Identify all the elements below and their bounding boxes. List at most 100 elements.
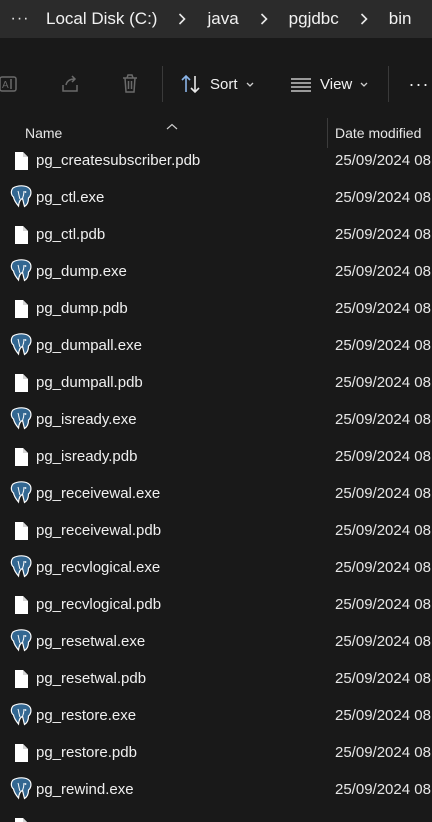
delete-button[interactable] [116,48,144,120]
file-date-modified: 25/09/2024 08 [335,152,431,169]
share-icon [62,75,78,92]
sort-ascending-icon [166,118,178,136]
file-icon [10,298,32,320]
file-date-modified: 25/09/2024 08 [335,337,431,354]
file-row[interactable]: pg_dump.exe 25/09/2024 08 [0,253,432,290]
file-date-modified: 25/09/2024 08 [335,300,431,317]
file-date-modified: 25/09/2024 08 [335,189,431,206]
file-date-modified: 25/09/2024 08 [335,374,431,391]
address-bar[interactable]: ··· Local Disk (C:) java pgjdbc bin [0,0,432,38]
postgres-elephant-icon [9,777,32,800]
file-name: pg_dump.exe [36,263,127,280]
file-date-modified: 25/09/2024 08 [335,596,431,613]
svg-text:A: A [2,80,9,91]
file-icon [10,372,32,394]
postgres-elephant-icon [9,555,32,578]
file-row[interactable]: pg_rewind.exe 25/09/2024 08 [0,771,432,808]
file-row[interactable] [0,808,432,822]
file-list: pg_createsubscriber.pdb 25/09/2024 08 pg_c… [0,142,432,822]
file-row[interactable]: pg_createsubscriber.pdb 25/09/2024 08 [0,142,432,179]
file-icon [10,594,32,616]
file-icon [10,816,32,822]
postgres-elephant-icon [9,703,32,726]
breadcrumb-java[interactable]: java [207,9,238,29]
file-icon [10,150,32,172]
chevron-right-icon[interactable] [339,10,389,28]
file-row[interactable]: pg_restore.exe 25/09/2024 08 [0,697,432,734]
chevron-right-icon[interactable] [157,10,207,28]
file-date-modified: 25/09/2024 08 [335,559,431,576]
file-icon [10,446,32,468]
file-row[interactable]: pg_isready.pdb 25/09/2024 08 [0,438,432,475]
file-row[interactable]: pg_recvlogical.exe 25/09/2024 08 [0,549,432,586]
file-date-modified: 25/09/2024 08 [335,263,431,280]
breadcrumb-bin[interactable]: bin [389,9,412,29]
rename-icon: A [0,76,17,92]
toolbar-divider [388,66,389,102]
file-row[interactable]: pg_ctl.exe 25/09/2024 08 [0,179,432,216]
file-row[interactable]: pg_dumpall.pdb 25/09/2024 08 [0,364,432,401]
file-row[interactable]: pg_receivewal.exe 25/09/2024 08 [0,475,432,512]
file-row[interactable]: pg_ctl.pdb 25/09/2024 08 [0,216,432,253]
file-row[interactable]: pg_restore.pdb 25/09/2024 08 [0,734,432,771]
column-header-name[interactable]: Name [25,125,62,141]
file-icon [10,224,32,246]
file-name: pg_ctl.pdb [36,226,106,243]
file-row[interactable]: pg_receivewal.pdb 25/09/2024 08 [0,512,432,549]
file-name: pg_receivewal.exe [36,485,161,502]
file-name: pg_dumpall.exe [36,337,142,354]
file-date-modified: 25/09/2024 08 [335,522,431,539]
file-date-modified: 25/09/2024 08 [335,226,431,243]
file-icon [10,668,32,690]
file-name: pg_dumpall.pdb [36,374,143,391]
file-row[interactable]: pg_resetwal.pdb 25/09/2024 08 [0,660,432,697]
view-list-icon [291,78,311,92]
file-name: pg_dump.pdb [36,300,128,317]
file-name: pg_isready.pdb [36,448,138,465]
trash-icon [123,74,137,93]
see-more-button[interactable]: ··· [404,48,432,120]
column-header-date-modified[interactable]: Date modified [335,125,421,141]
file-explorer-window: ··· Local Disk (C:) java pgjdbc bin A So… [0,0,432,822]
file-date-modified: 25/09/2024 08 [335,633,431,650]
sort-label: Sort [210,75,238,93]
toolbar-divider [162,66,163,102]
file-date-modified: 25/09/2024 08 [335,485,431,502]
file-date-modified: 25/09/2024 08 [335,670,431,687]
breadcrumb-local-disk[interactable]: Local Disk (C:) [46,9,157,29]
file-row[interactable]: pg_dumpall.exe 25/09/2024 08 [0,327,432,364]
file-row[interactable]: pg_dump.pdb 25/09/2024 08 [0,290,432,327]
command-bar: A Sort View ··· [0,48,432,120]
breadcrumb-pgjdbc[interactable]: pgjdbc [289,9,339,29]
sort-arrows-icon [181,74,200,94]
file-icon [10,742,32,764]
file-name: pg_rewind.exe [36,781,134,798]
file-date-modified: 25/09/2024 08 [335,744,431,761]
file-name: pg_receivewal.pdb [36,522,162,539]
file-date-modified: 25/09/2024 08 [335,411,431,428]
postgres-elephant-icon [9,629,32,652]
file-name: pg_resetwal.pdb [36,670,147,687]
file-name: pg_restore.pdb [36,744,137,761]
share-button[interactable] [56,48,84,120]
file-row[interactable]: pg_resetwal.exe 25/09/2024 08 [0,623,432,660]
file-name: pg_resetwal.exe [36,633,146,650]
view-button[interactable]: View [290,48,374,120]
rename-button[interactable]: A [0,48,24,120]
file-name: pg_restore.exe [36,707,137,724]
sort-button[interactable]: Sort [180,48,260,120]
file-row[interactable]: pg_isready.exe 25/09/2024 08 [0,401,432,438]
postgres-elephant-icon [9,185,32,208]
file-date-modified: 25/09/2024 08 [335,781,431,798]
file-name: pg_ctl.exe [36,189,105,206]
chevron-right-icon[interactable] [239,10,289,28]
see-more-breadcrumbs-button[interactable]: ··· [0,10,46,28]
file-row[interactable]: pg_recvlogical.pdb 25/09/2024 08 [0,586,432,623]
file-name: pg_createsubscriber.pdb [36,152,201,169]
chevron-down-icon [360,75,368,93]
file-date-modified: 25/09/2024 08 [335,707,431,724]
postgres-elephant-icon [9,481,32,504]
chevron-down-icon [246,75,254,93]
file-name: pg_recvlogical.exe [36,559,161,576]
file-date-modified: 25/09/2024 08 [335,448,431,465]
